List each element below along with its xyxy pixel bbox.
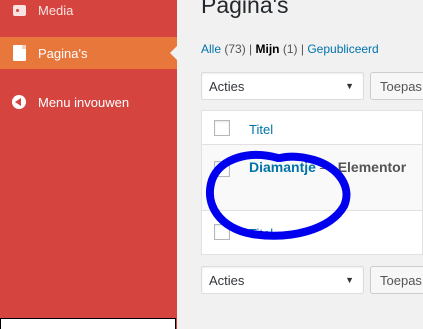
pages-table: Titel Diamantje — Elementor Titel: [201, 110, 423, 255]
bulk-actions-select[interactable]: Acties ▼: [201, 72, 364, 100]
column-title-footer[interactable]: Titel: [249, 226, 273, 241]
filter-mine-link[interactable]: Mijn (1): [256, 42, 298, 56]
sidebar-item-label: Pagina's: [38, 45, 88, 61]
sidebar-item-label: Media: [38, 2, 74, 18]
post-title: Diamantje — Elementor: [249, 159, 407, 175]
filter-all-link[interactable]: Alle (73): [201, 42, 246, 56]
chevron-down-icon: ▼: [345, 275, 354, 285]
collapse-icon: [9, 92, 29, 112]
table-row: Diamantje — Elementor: [202, 145, 422, 211]
sidebar-item-media[interactable]: Media: [0, 0, 177, 26]
overlay-box: [0, 318, 176, 329]
active-indicator: [170, 45, 178, 61]
row-checkbox[interactable]: [214, 161, 230, 177]
filter-separator: |: [300, 42, 304, 56]
chevron-down-icon: ▼: [345, 81, 354, 91]
admin-sidebar: Media Pagina's Menu invouwen: [0, 0, 178, 329]
filter-separator: |: [249, 42, 253, 56]
sidebar-item-pages[interactable]: Pagina's: [0, 37, 178, 69]
filter-published-link[interactable]: Gepubliceerd: [307, 42, 378, 56]
table-footer-row: Titel: [202, 211, 422, 255]
sidebar-collapse-menu[interactable]: Menu invouwen: [0, 86, 177, 118]
post-state: Elementor: [337, 159, 407, 175]
bulk-actions-select-bottom[interactable]: Acties ▼: [201, 266, 364, 294]
status-filter-links: Alle (73) | Mijn (1) | Gepubliceerd: [201, 42, 379, 56]
select-all-checkbox-footer[interactable]: [214, 224, 230, 240]
column-title-header[interactable]: Titel: [249, 122, 273, 137]
sidebar-item-label: Menu invouwen: [38, 94, 130, 110]
apply-button[interactable]: Toepas: [370, 72, 423, 100]
table-header-row: Titel: [202, 111, 422, 145]
page-icon: [9, 43, 29, 63]
post-title-link[interactable]: Diamantje: [249, 159, 316, 175]
apply-button-bottom[interactable]: Toepas: [370, 266, 423, 294]
select-all-checkbox[interactable]: [214, 120, 230, 136]
page-title: Pagina's: [201, 0, 289, 18]
media-icon: [9, 0, 29, 20]
